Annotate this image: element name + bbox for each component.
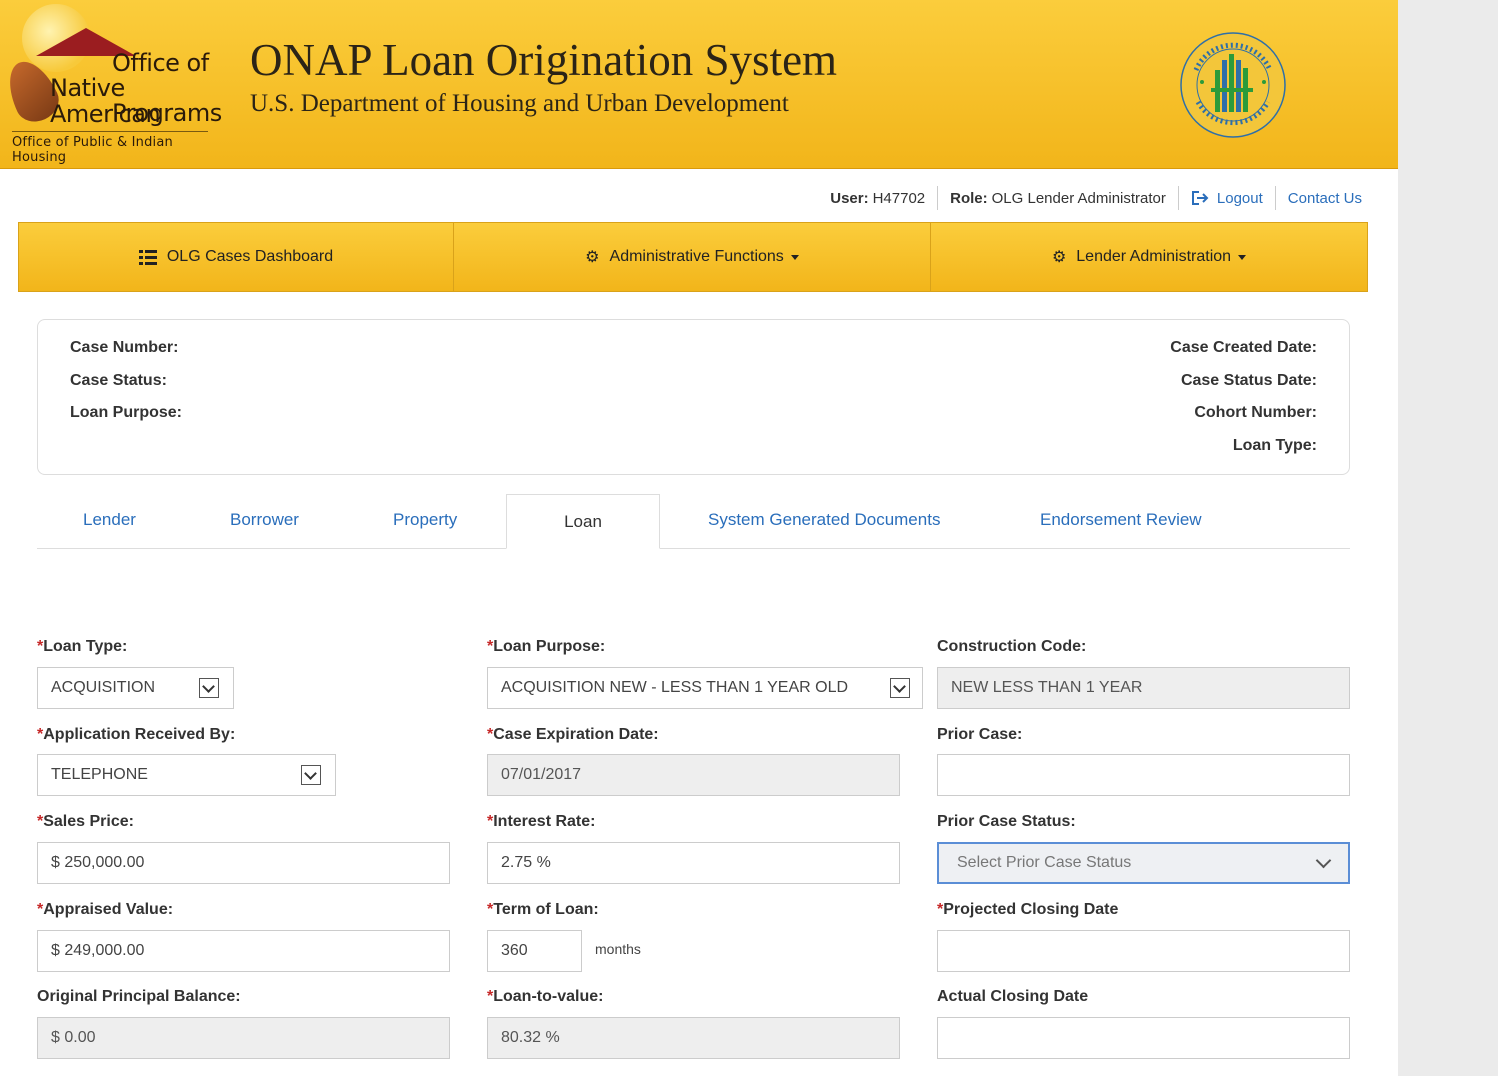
case-created-date-label: Case Created Date: xyxy=(1170,339,1317,356)
logo-text-line3: Programs xyxy=(112,99,222,127)
projected-closing-field-label: *Projected Closing Date xyxy=(937,901,1118,919)
list-icon xyxy=(138,249,157,265)
main-nav: OLG Cases Dashboard ⚙ Administrative Fun… xyxy=(18,222,1368,292)
app-title: ONAP Loan Origination System xyxy=(250,35,838,85)
loan-purpose-label-text: Loan Purpose: xyxy=(493,638,606,655)
site-header: Office of Native American Programs Offic… xyxy=(0,0,1398,169)
prior-case-status-field-label: Prior Case Status: xyxy=(937,813,1076,830)
sales-price-label-text: Sales Price: xyxy=(43,813,134,830)
tab-borrower[interactable]: Borrower xyxy=(230,494,299,548)
caret-down-icon xyxy=(790,254,799,260)
app-received-field-label: *Application Received By: xyxy=(37,726,235,744)
logo-divider xyxy=(12,131,208,132)
nav-lender-admin-label: Lender Administration xyxy=(1076,248,1232,265)
app-received-label-text: Application Received By: xyxy=(43,726,236,743)
nav-dashboard-label: OLG Cases Dashboard xyxy=(166,248,334,265)
window-background xyxy=(1398,0,1498,1076)
case-expiration-field-label: *Case Expiration Date: xyxy=(487,726,659,744)
prior-case-status-placeholder: Select Prior Case Status xyxy=(957,854,1132,871)
chevron-down-icon xyxy=(301,765,321,785)
loan-type-summary-label: Loan Type: xyxy=(1232,437,1317,454)
case-status-label: Case Status: xyxy=(70,372,167,389)
chevron-down-icon xyxy=(199,678,219,698)
chevron-down-icon xyxy=(1315,852,1332,869)
tab-system-generated-documents[interactable]: System Generated Documents xyxy=(708,494,940,548)
case-number-label: Case Number: xyxy=(70,339,179,356)
nav-lender-administration[interactable]: ⚙ Lender Administration xyxy=(931,223,1367,291)
role-label: Role: xyxy=(950,189,988,207)
tab-lender[interactable]: Lender xyxy=(83,494,136,548)
loan-purpose-value: ACQUISITION NEW - LESS THAN 1 YEAR OLD xyxy=(501,679,849,696)
term-of-loan-field-label: *Term of Loan: xyxy=(487,901,599,919)
gear-icon: ⚙ xyxy=(585,249,600,266)
role-info: Role: OLG Lender Administrator xyxy=(938,186,1178,210)
sales-price-input[interactable]: $ 250,000.00 xyxy=(37,842,450,884)
case-expiration-label-text: Case Expiration Date: xyxy=(493,726,659,743)
contact-us-link[interactable]: Contact Us xyxy=(1276,186,1362,210)
logo-subtext: Office of Public & Indian Housing xyxy=(12,135,173,165)
logout-icon xyxy=(1191,191,1209,205)
case-tabs: Lender Borrower Property Loan System Gen… xyxy=(37,494,1350,549)
actual-closing-field-label: Actual Closing Date xyxy=(937,988,1089,1005)
term-of-loan-input[interactable]: 360 xyxy=(487,930,582,972)
logo-text-line1: Office of xyxy=(112,49,209,77)
term-label-text: Term of Loan: xyxy=(493,901,599,918)
onap-logo[interactable]: Office of Native American Programs Offic… xyxy=(0,4,222,165)
loan-to-value-field: 80.32 % xyxy=(487,1017,900,1059)
logout-text[interactable]: Logout xyxy=(1217,190,1263,207)
gear-icon: ⚙ xyxy=(1051,249,1067,266)
case-expiration-date-field: 07/01/2017 xyxy=(487,754,900,796)
loan-purpose-field-label: *Loan Purpose: xyxy=(487,638,605,656)
prior-case-field-label: Prior Case: xyxy=(937,726,1023,743)
user-info: User: H47702 xyxy=(818,186,937,210)
tab-property[interactable]: Property xyxy=(393,494,457,548)
construction-code-field: NEW LESS THAN 1 YEAR xyxy=(937,667,1350,709)
sales-price-field-label: *Sales Price: xyxy=(37,813,134,831)
appraised-value-input[interactable]: $ 249,000.00 xyxy=(37,930,450,972)
page: Office of Native American Programs Offic… xyxy=(0,0,1398,1076)
loan-type-field-label: *Loan Type: xyxy=(37,638,127,656)
case-summary-panel: Case Number: Case Status: Loan Purpose: … xyxy=(37,319,1350,475)
loan-to-value-field-label: *Loan-to-value: xyxy=(487,988,603,1006)
app-received-value: TELEPHONE xyxy=(51,766,148,783)
nav-administrative-functions[interactable]: ⚙ Administrative Functions xyxy=(454,223,931,291)
nav-olg-cases-dashboard[interactable]: OLG Cases Dashboard xyxy=(19,223,454,291)
appraised-value-label-text: Appraised Value: xyxy=(43,901,174,918)
prior-case-input[interactable] xyxy=(937,754,1350,796)
original-principal-balance-field: $ 0.00 xyxy=(37,1017,450,1059)
user-bar: User: H47702 Role: OLG Lender Administra… xyxy=(818,186,1362,210)
user-id: H47702 xyxy=(872,189,926,207)
chevron-down-icon xyxy=(890,678,910,698)
projected-closing-label-text: Projected Closing Date xyxy=(943,901,1119,918)
ltv-label-text: Loan-to-value: xyxy=(493,988,604,1005)
loan-purpose-label: Loan Purpose: xyxy=(70,404,183,421)
logout-link[interactable]: Logout xyxy=(1179,186,1275,210)
loan-type-value: ACQUISITION xyxy=(51,679,156,696)
application-received-by-select[interactable]: TELEPHONE xyxy=(37,754,336,796)
tab-loan[interactable]: Loan xyxy=(506,494,660,549)
interest-rate-field-label: *Interest Rate: xyxy=(487,813,595,831)
loan-type-label-text: Loan Type: xyxy=(43,638,128,655)
interest-rate-input[interactable]: 2.75 % xyxy=(487,842,900,884)
case-status-date-label: Case Status Date: xyxy=(1180,372,1317,389)
term-unit-label: months xyxy=(595,941,641,957)
loan-type-select[interactable]: ACQUISITION xyxy=(37,667,234,709)
construction-code-field-label: Construction Code: xyxy=(937,638,1087,655)
actual-closing-date-input[interactable] xyxy=(937,1017,1350,1059)
projected-closing-date-input[interactable] xyxy=(937,930,1350,972)
prior-case-status-select[interactable]: Select Prior Case Status xyxy=(937,842,1350,884)
loan-purpose-select[interactable]: ACQUISITION NEW - LESS THAN 1 YEAR OLD xyxy=(487,667,923,709)
user-label: User: xyxy=(830,189,869,207)
hud-seal-icon xyxy=(1180,32,1286,138)
contact-us-text[interactable]: Contact Us xyxy=(1288,190,1362,207)
nav-admin-label: Administrative Functions xyxy=(609,248,784,265)
role-value: OLG Lender Administrator xyxy=(991,189,1166,207)
interest-rate-label-text: Interest Rate: xyxy=(493,813,596,830)
tab-endorsement-review[interactable]: Endorsement Review xyxy=(1040,494,1202,548)
caret-down-icon xyxy=(1238,254,1247,260)
app-subtitle: U.S. Department of Housing and Urban Dev… xyxy=(250,90,789,117)
cohort-number-label: Cohort Number: xyxy=(1194,404,1317,421)
original-principal-balance-field-label: Original Principal Balance: xyxy=(37,988,241,1005)
appraised-value-field-label: *Appraised Value: xyxy=(37,901,173,919)
